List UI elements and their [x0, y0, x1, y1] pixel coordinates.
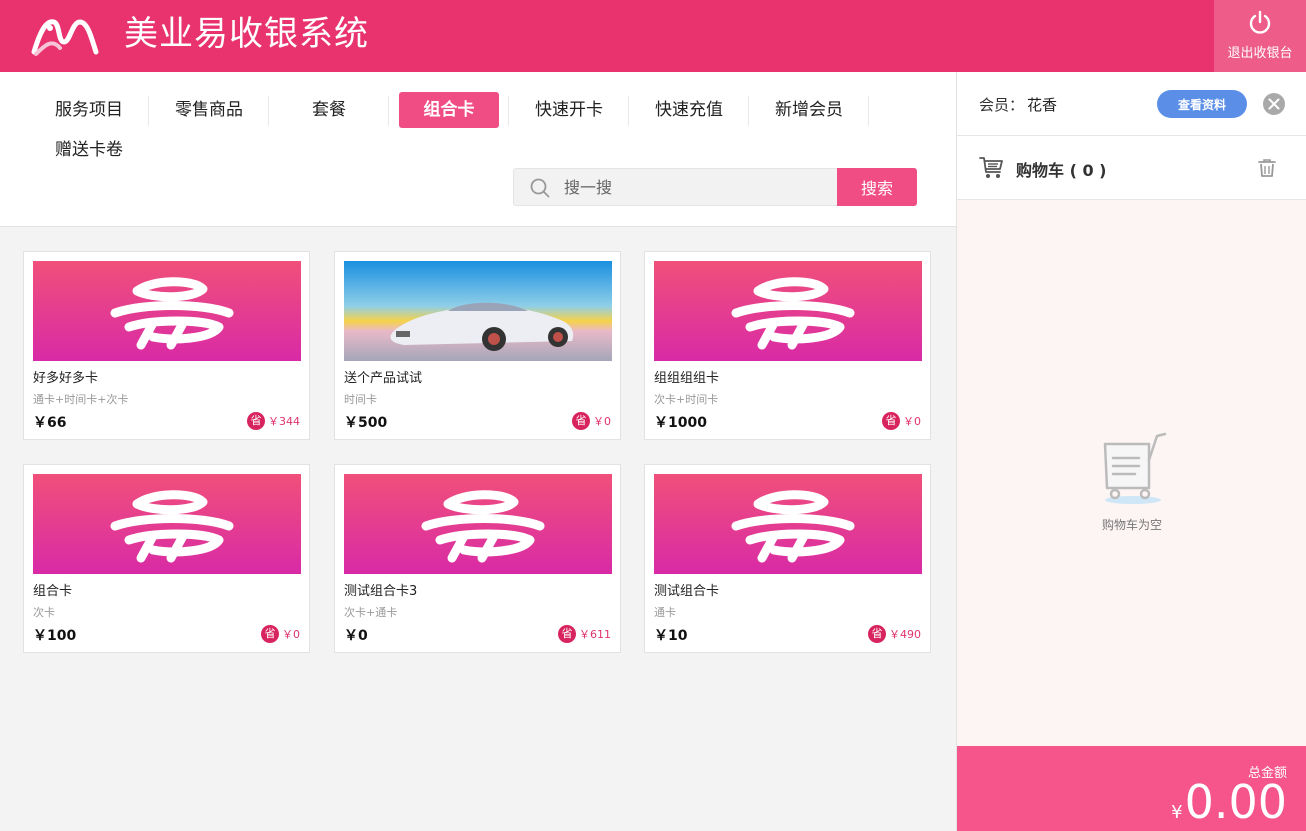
product-price: ￥10 — [654, 628, 688, 644]
brand-logo-image — [344, 474, 612, 574]
product-name: 组组组组卡 — [654, 371, 720, 386]
product-name: 测试组合卡3 — [344, 584, 418, 599]
product-type: 次卡 — [33, 606, 55, 619]
member-row: 会员： 花香 查看资料 — [957, 72, 1306, 136]
close-icon — [1268, 98, 1280, 110]
save-badge-icon: 省 — [882, 412, 900, 430]
tab-combo-card[interactable]: 组合卡 — [399, 92, 499, 128]
cart-header: 购物车 ( 0 ) — [957, 136, 1306, 200]
close-member-button[interactable] — [1263, 93, 1285, 115]
tab-retail-goods[interactable]: 零售商品 — [149, 92, 269, 128]
save-badge-icon: 省 — [572, 412, 590, 430]
app-title: 美业易收银系统 — [124, 14, 369, 54]
product-type: 通卡 — [654, 606, 676, 619]
cart-panel: 会员： 花香 查看资料 购物车 ( 0 ) 购物车为空 总金额 ¥0.00 — [956, 72, 1306, 831]
brand-logo-image — [654, 261, 922, 361]
product-image — [344, 261, 612, 361]
product-image — [654, 261, 922, 361]
product-name: 组合卡 — [33, 584, 73, 599]
search-input[interactable] — [564, 169, 834, 205]
tab-service-items[interactable]: 服务项目 — [29, 92, 149, 128]
product-name: 送个产品试试 — [344, 371, 423, 386]
tab-divider — [868, 96, 869, 126]
empty-cart-text: 购物车为空 — [1101, 518, 1162, 532]
save-badge-icon: 省 — [868, 625, 886, 643]
logout-label: 退出收银台 — [1227, 46, 1293, 61]
app-logo-icon — [31, 19, 99, 56]
category-panel: 服务项目 零售商品 套餐 组合卡 快速开卡 快速充值 新增会员 赠送卡卷 搜索 — [0, 72, 956, 227]
total-bar: 总金额 ¥0.00 — [957, 746, 1306, 831]
search-box — [513, 168, 837, 206]
product-price: ￥100 — [33, 628, 77, 644]
product-image — [33, 474, 301, 574]
car-image — [344, 261, 612, 361]
empty-cart-icon — [1103, 432, 1167, 504]
app-header: 美业易收银系统 退出收银台 — [0, 0, 1306, 72]
product-savings: 省 ￥611 — [558, 625, 611, 643]
product-type: 时间卡 — [344, 393, 377, 406]
tab-packages[interactable]: 套餐 — [269, 92, 389, 128]
product-card[interactable]: 送个产品试试 时间卡 ￥500 省 ￥0 — [334, 251, 621, 440]
savings-amount: ￥0 — [282, 628, 300, 641]
save-badge-icon: 省 — [247, 412, 265, 430]
product-card[interactable]: 组组组组卡 次卡+时间卡 ￥1000 省 ￥0 — [644, 251, 931, 440]
product-image — [33, 261, 301, 361]
total-currency: ¥ — [1171, 802, 1183, 823]
brand-logo-image — [33, 261, 301, 361]
product-type: 次卡+通卡 — [344, 606, 398, 619]
power-icon — [1249, 10, 1271, 34]
tab-gift-coupons[interactable]: 赠送卡卷 — [29, 132, 149, 168]
product-image — [344, 474, 612, 574]
savings-amount: ￥344 — [268, 415, 300, 428]
savings-amount: ￥0 — [903, 415, 921, 428]
product-card[interactable]: 测试组合卡3 次卡+通卡 ￥0 省 ￥611 — [334, 464, 621, 653]
product-savings: 省 ￥344 — [247, 412, 300, 430]
view-profile-button[interactable]: 查看资料 — [1157, 90, 1247, 118]
product-image — [654, 474, 922, 574]
product-name: 好多好多卡 — [33, 371, 99, 386]
member-label: 会员： — [979, 96, 1025, 114]
tab-quick-recharge[interactable]: 快速充值 — [629, 92, 749, 128]
product-price: ￥500 — [344, 415, 388, 431]
product-card[interactable]: 测试组合卡 通卡 ￥10 省 ￥490 — [644, 464, 931, 653]
savings-amount: ￥611 — [579, 628, 611, 641]
trash-icon[interactable] — [1257, 158, 1277, 178]
product-savings: 省 ￥490 — [868, 625, 921, 643]
product-savings: 省 ￥0 — [882, 412, 921, 430]
product-type: 通卡+时间卡+次卡 — [33, 393, 129, 406]
product-price: ￥1000 — [654, 415, 707, 431]
tab-add-member[interactable]: 新增会员 — [749, 92, 869, 128]
search-button[interactable]: 搜索 — [837, 168, 917, 206]
save-badge-icon: 省 — [558, 625, 576, 643]
brand-logo-image — [654, 474, 922, 574]
product-price: ￥0 — [344, 628, 368, 644]
product-savings: 省 ￥0 — [572, 412, 611, 430]
tab-divider — [388, 96, 389, 126]
logout-button[interactable]: 退出收银台 — [1214, 0, 1306, 72]
total-amount: ¥0.00 — [1171, 774, 1287, 831]
save-badge-icon: 省 — [261, 625, 279, 643]
cart-items-area: 购物车为空 — [957, 200, 1306, 746]
savings-amount: ￥0 — [593, 415, 611, 428]
total-value: 0.00 — [1184, 775, 1287, 829]
cart-title: 购物车 ( 0 ) — [1016, 161, 1107, 180]
product-card[interactable]: 组合卡 次卡 ￥100 省 ￥0 — [23, 464, 310, 653]
product-savings: 省 ￥0 — [261, 625, 300, 643]
member-name: 花香 — [1027, 96, 1058, 114]
savings-amount: ￥490 — [889, 628, 921, 641]
product-name: 测试组合卡 — [654, 584, 720, 599]
search-icon — [530, 178, 550, 198]
tab-quick-open-card[interactable]: 快速开卡 — [509, 92, 629, 128]
brand-logo-image — [33, 474, 301, 574]
shopping-cart-icon — [979, 157, 1003, 178]
product-price: ￥66 — [33, 415, 67, 431]
product-type: 次卡+时间卡 — [654, 393, 719, 406]
product-card[interactable]: 好多好多卡 通卡+时间卡+次卡 ￥66 省 ￥344 — [23, 251, 310, 440]
